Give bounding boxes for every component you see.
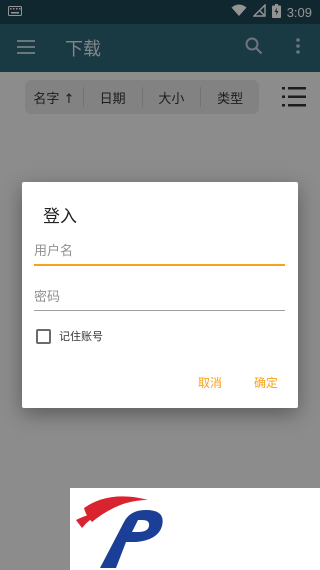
logo-area	[70, 488, 320, 570]
screen: 3:09 下载 名字 ↑ 日期 大小 类型 登入 用户名 记住账号 取消 确定	[0, 0, 320, 570]
login-dialog: 登入 记住账号 取消 确定	[22, 182, 298, 408]
password-field	[34, 286, 285, 311]
dialog-title: 登入	[43, 207, 77, 227]
remember-account[interactable]: 记住账号	[36, 328, 103, 344]
cancel-button[interactable]: 取消	[198, 374, 222, 391]
username-input[interactable]	[34, 240, 285, 264]
password-input[interactable]	[34, 286, 285, 310]
confirm-button[interactable]: 确定	[254, 374, 278, 391]
brand-logo	[70, 496, 180, 570]
dialog-actions: 取消 确定	[198, 374, 278, 391]
remember-label: 记住账号	[59, 330, 103, 343]
remember-checkbox[interactable]	[36, 328, 51, 344]
username-field	[34, 240, 285, 266]
